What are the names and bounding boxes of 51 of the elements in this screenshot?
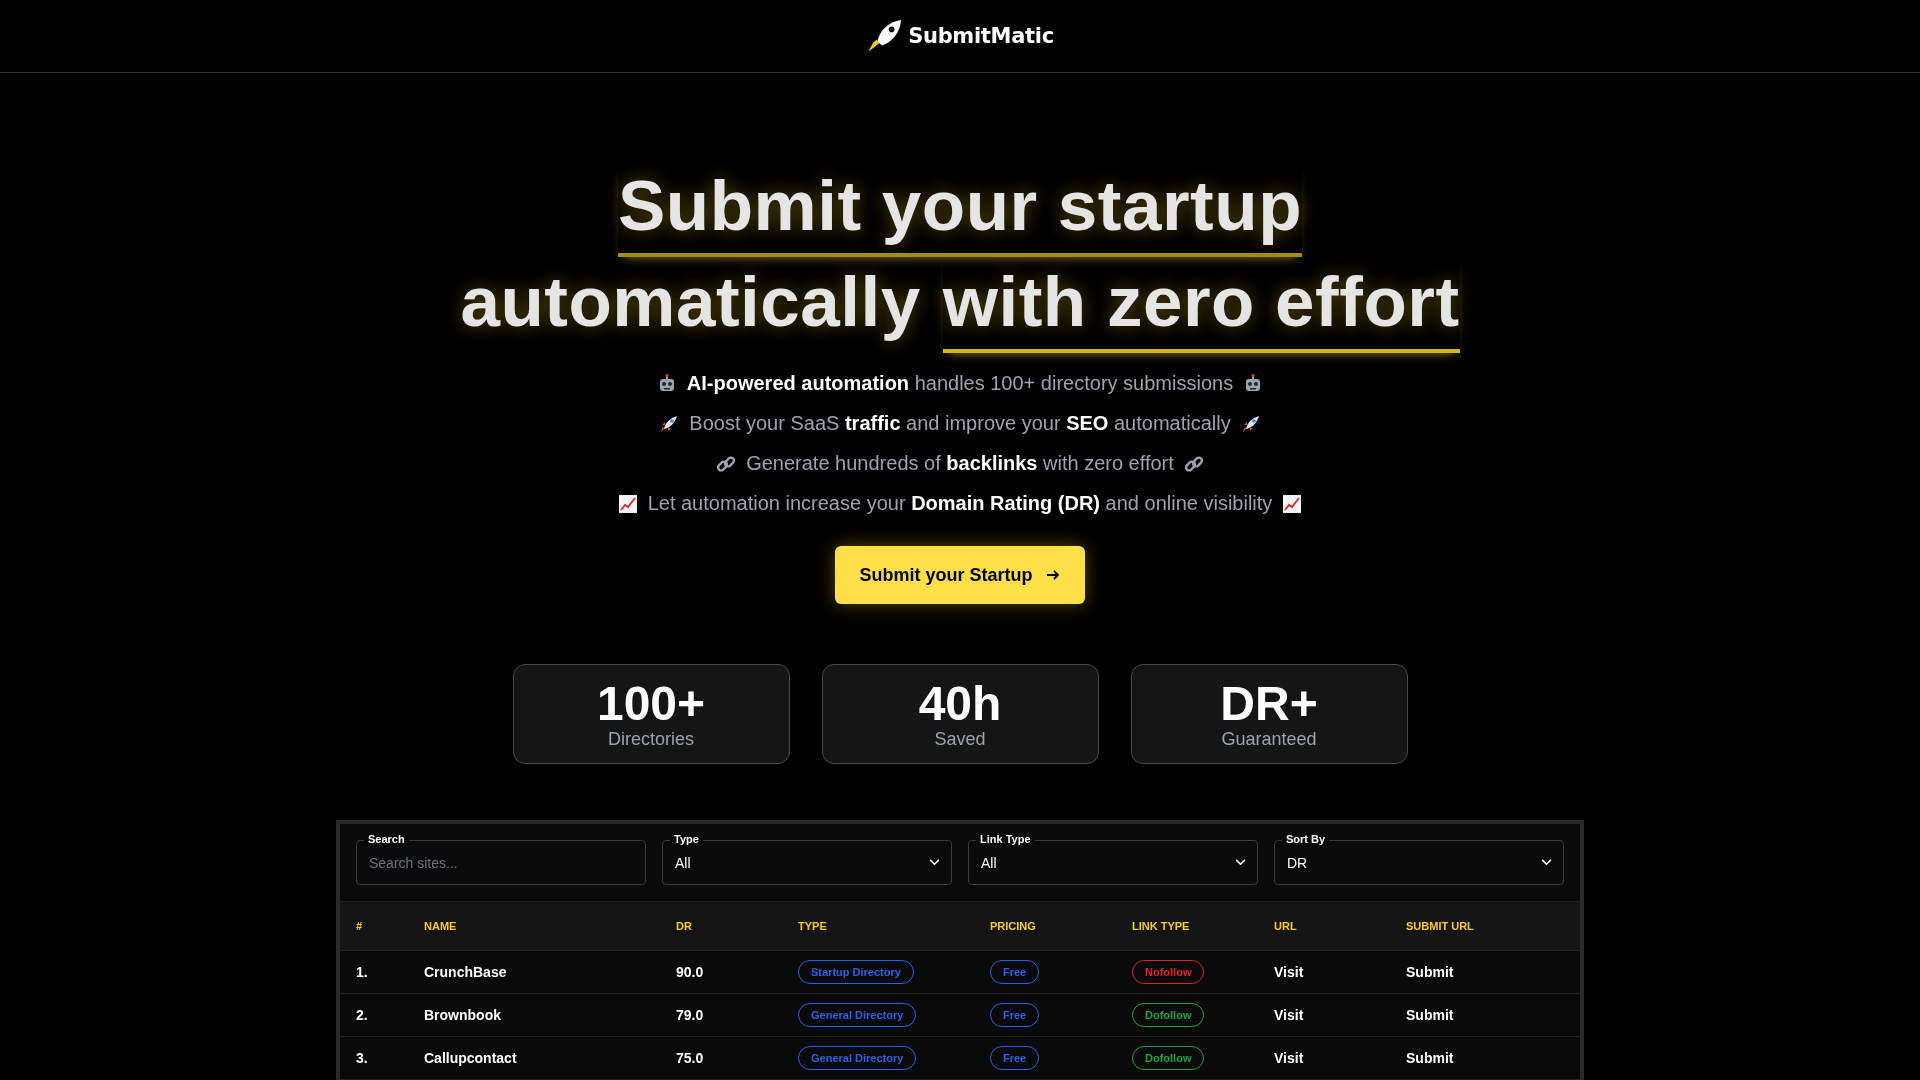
rocket-icon [659, 413, 680, 434]
submit-link[interactable]: Submit [1406, 1050, 1454, 1066]
brand-name: SubmitMatic [908, 24, 1054, 48]
visit-link[interactable]: Visit [1274, 964, 1304, 980]
chevron-down-icon [1541, 859, 1552, 866]
submit-link[interactable]: Submit [1406, 964, 1454, 980]
chevron-down-icon [1235, 859, 1246, 866]
tagline: Boost your SaaS traffic and improve your SEO automatically [689, 411, 1231, 436]
stat-value: 40h [918, 678, 1002, 729]
column-header: # [356, 920, 363, 932]
column-header: PRICING [990, 920, 1036, 932]
column-header: TYPE [798, 920, 827, 932]
filter-label: Type [670, 833, 703, 845]
chart-icon [617, 493, 638, 514]
domain-rating: 75.0 [676, 1050, 704, 1066]
site-name: CrunchBase [424, 964, 507, 980]
column-header: NAME [424, 920, 457, 932]
row-number: 3. [356, 1050, 368, 1066]
row-number: 1. [356, 964, 368, 980]
stat-label: Guaranteed [1221, 728, 1317, 750]
visit-link[interactable]: Visit [1274, 1050, 1304, 1066]
stat-label: Saved [934, 728, 986, 750]
tagline: Let automation increase your Domain Rating (DR) and online visibility [647, 491, 1273, 516]
stat-value: DR+ [1220, 678, 1318, 729]
column-header: SUBMIT URL [1406, 920, 1474, 932]
domain-rating: 90.0 [676, 964, 704, 980]
filter-label: Sort By [1282, 833, 1330, 845]
link-icon [716, 453, 737, 474]
tagline: AI-powered automation handles 100+ directory submissions [686, 371, 1234, 396]
filter-label: Search [364, 833, 409, 845]
link-icon [1183, 453, 1204, 474]
visit-link[interactable]: Visit [1274, 1007, 1304, 1023]
hero-title: with zero effort [942, 257, 1460, 353]
chevron-down-icon [929, 859, 940, 866]
site-name: Brownbook [424, 1007, 501, 1023]
column-header: LINK TYPE [1132, 920, 1190, 932]
hero-title: Submit your startup [617, 161, 1302, 257]
tagline: Generate hundreds of backlinks with zero effort [746, 451, 1174, 476]
column-header: DR [676, 920, 692, 932]
stat-label: Directories [608, 728, 694, 750]
rocket-icon [1240, 413, 1261, 434]
column-header: URL [1274, 920, 1297, 932]
hero-title: automatically [460, 261, 921, 343]
chart-icon [1282, 493, 1303, 514]
submit-startup-button[interactable]: Submit your Startup [835, 546, 1085, 604]
filter-label: Link Type [976, 833, 1035, 845]
site-name: Callupcontact [424, 1050, 517, 1066]
stat-value: 100+ [596, 678, 706, 729]
domain-rating: 79.0 [676, 1007, 704, 1023]
submit-link[interactable]: Submit [1406, 1007, 1454, 1023]
row-number: 2. [356, 1007, 368, 1023]
